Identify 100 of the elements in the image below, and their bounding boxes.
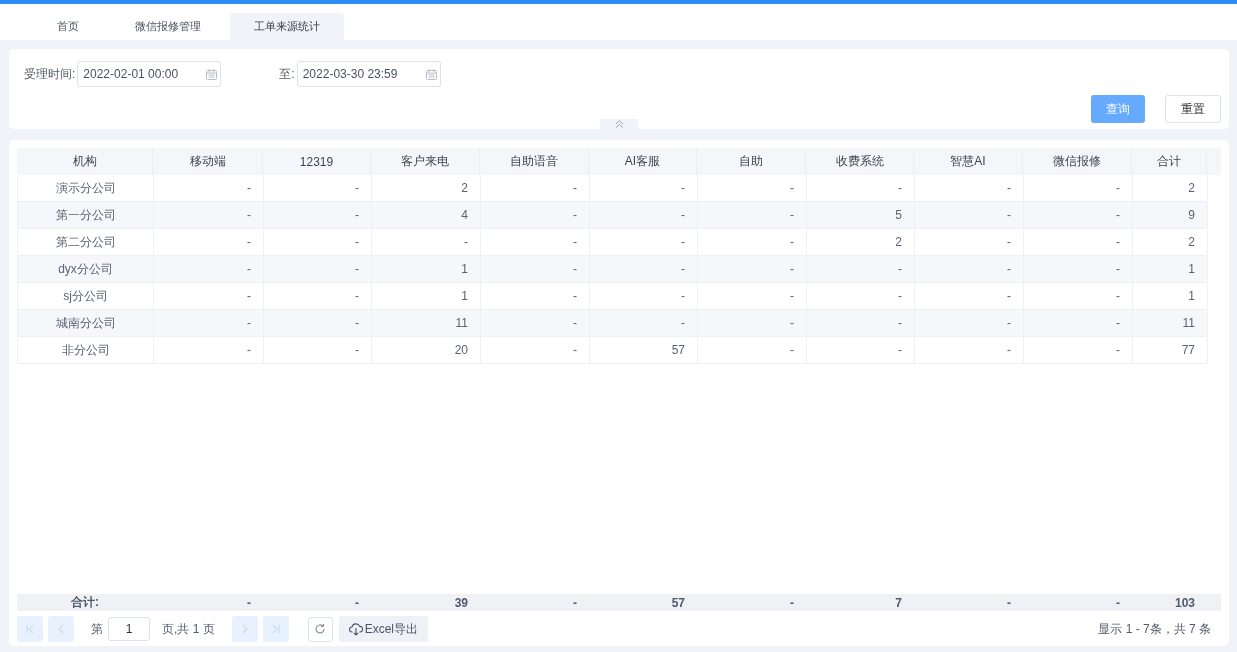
table-cell: - — [807, 310, 915, 336]
record-summary: 显示 1 - 7条，共 7 条 — [1098, 620, 1211, 638]
column-header: 智慧AI — [914, 148, 1023, 175]
table-cell: 1 — [372, 256, 481, 282]
calendar-icon — [206, 68, 218, 80]
first-page-icon — [25, 624, 35, 634]
table-cell: 2 — [1133, 229, 1208, 255]
table-cell: - — [481, 202, 590, 228]
table-cell: - — [481, 283, 590, 309]
table-cell: - — [807, 256, 915, 282]
table-cell: - — [1024, 175, 1133, 201]
table-cell: 2 — [807, 229, 915, 255]
page-number-input[interactable]: 1 — [108, 617, 150, 641]
column-header: AI客服 — [589, 148, 697, 175]
tab[interactable]: 首页 — [30, 13, 106, 40]
table-cell: - — [264, 256, 372, 282]
field-label: 至: — [279, 65, 295, 83]
last-page-icon — [271, 624, 281, 634]
tab[interactable]: 工单来源统计 — [230, 13, 344, 40]
table-cell: - — [915, 337, 1024, 363]
table-cell: - — [915, 202, 1024, 228]
table-cell: - — [264, 337, 372, 363]
table-cell: - — [590, 202, 698, 228]
table-cell: 第一分公司 — [18, 202, 154, 228]
total-cell-text: 103 — [1173, 594, 1196, 611]
table-cell: - — [915, 310, 1024, 336]
table-cell: - — [154, 229, 264, 255]
table-cell: - — [481, 337, 590, 363]
table-cell: 57 — [590, 337, 698, 363]
table-cell: - — [481, 175, 590, 201]
table-cell: - — [915, 175, 1024, 201]
table-cell: - — [481, 310, 590, 336]
table-cell: - — [481, 256, 590, 282]
table-cell: 1 — [372, 283, 481, 309]
table-cell: - — [915, 229, 1024, 255]
table-cell: - — [154, 283, 264, 309]
table-cell: 20 — [372, 337, 481, 363]
table-cell: - — [1024, 229, 1133, 255]
table-cell: - — [264, 202, 372, 228]
table-cell: dyx分公司 — [18, 256, 154, 282]
total-cell-text: - — [246, 594, 252, 611]
table-cell: - — [590, 283, 698, 309]
table-cell: - — [154, 202, 264, 228]
table-cell: - — [590, 256, 698, 282]
column-header: 移动端 — [153, 148, 263, 175]
tab[interactable]: 微信报修管理 — [108, 13, 228, 40]
table-cell: - — [807, 283, 915, 309]
table-cell: - — [1024, 337, 1133, 363]
total-cell-text: - — [1115, 594, 1121, 611]
table-cell: - — [481, 229, 590, 255]
refresh-button[interactable] — [307, 616, 333, 642]
collapse-handle[interactable] — [600, 119, 638, 131]
table-cell: - — [915, 256, 1024, 282]
table-cell: 2 — [1133, 175, 1208, 201]
table-cell: sj分公司 — [18, 283, 154, 309]
table-cell: - — [264, 283, 372, 309]
table-cell: - — [1024, 202, 1133, 228]
table-cell: - — [698, 337, 807, 363]
column-header: 合计 — [1132, 148, 1207, 175]
table-cell: 演示分公司 — [18, 175, 154, 201]
chevron-right-icon — [240, 624, 250, 634]
table-cell: - — [590, 229, 698, 255]
excel-export-button[interactable]: Excel导出 — [338, 616, 429, 642]
refresh-icon — [314, 623, 327, 635]
table-cell: - — [698, 283, 807, 309]
column-header: 客户来电 — [371, 148, 480, 175]
table-cell: 第二分公司 — [18, 229, 154, 255]
cloud-download-icon — [348, 622, 363, 636]
table-cell: - — [698, 229, 807, 255]
table-cell: - — [590, 310, 698, 336]
table-cell: 非分公司 — [18, 337, 154, 363]
total-cell-text: 39 — [453, 594, 469, 611]
table-cell: 5 — [807, 202, 915, 228]
table-cell: - — [807, 337, 915, 363]
total-cell-text: 57 — [670, 594, 686, 611]
table-cell: - — [698, 256, 807, 282]
table-cell: - — [698, 202, 807, 228]
chevron-left-icon — [56, 624, 66, 634]
page-label: 第 — [91, 620, 103, 638]
table-cell: 11 — [1133, 310, 1208, 336]
table-cell: - — [154, 310, 264, 336]
field-label: 受理时间: — [24, 65, 76, 83]
total-cell-text: 7 — [894, 594, 903, 611]
collapse-icon — [614, 120, 624, 128]
table-cell: - — [698, 175, 807, 201]
table-cell: 11 — [372, 310, 481, 336]
table-cell: - — [154, 256, 264, 282]
date-field[interactable]: 2022-02-01 00:00 — [77, 61, 222, 87]
total-cell-text: - — [572, 594, 578, 611]
table-cell: 1 — [1133, 256, 1208, 282]
table-cell: 4 — [372, 202, 481, 228]
table-cell: - — [1024, 310, 1133, 336]
table-cell: - — [264, 229, 372, 255]
column-header: 机构 — [17, 148, 153, 175]
reset-button[interactable]: 重置 — [1165, 95, 1221, 123]
total-cell-text: 合计: — [70, 594, 100, 611]
table-cell: 77 — [1133, 337, 1208, 363]
table-cell: - — [915, 283, 1024, 309]
calendar-icon — [425, 68, 437, 80]
date-field[interactable]: 2022-03-30 23:59 — [296, 61, 441, 87]
